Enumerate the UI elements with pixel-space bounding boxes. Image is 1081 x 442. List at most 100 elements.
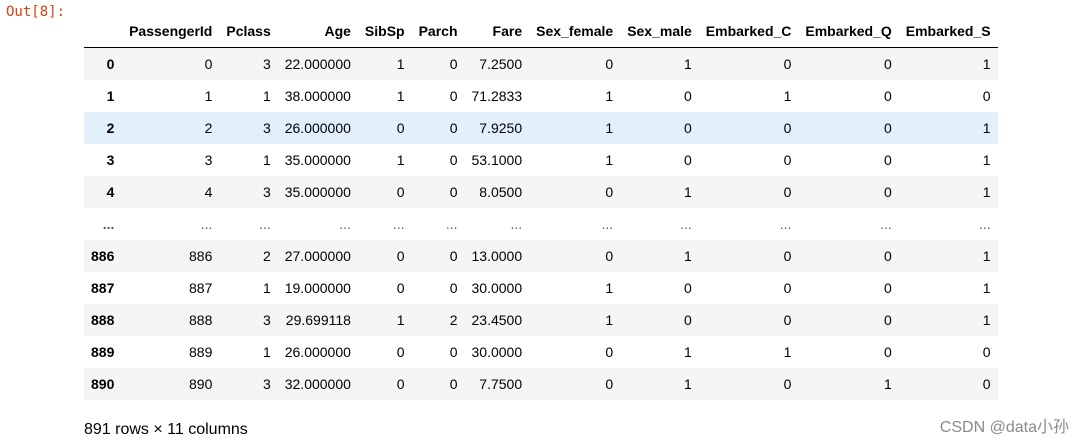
table-cell: 0 (783, 312, 792, 328)
table-cell: 0 (982, 344, 991, 360)
output-prompt: Out[8]: (6, 4, 66, 20)
table-cell: 0 (605, 56, 614, 72)
table-cell: 1 (982, 248, 991, 264)
table-cell: 0 (883, 56, 892, 72)
table-cell: ... (259, 216, 271, 232)
table-cell: 1 (396, 56, 405, 72)
table-cell: 886 (189, 248, 213, 264)
row-index: 887 (91, 280, 115, 296)
table-cell: 0 (449, 280, 458, 296)
column-header: Parch (411, 14, 465, 48)
table-cell: 1 (982, 120, 991, 136)
table-cell: 7.2500 (479, 56, 523, 72)
row-index: 0 (106, 56, 115, 72)
table-cell: 0 (883, 280, 892, 296)
table-cell: 53.1000 (471, 152, 523, 168)
table-cell: ... (779, 216, 792, 232)
table-cell: 32.000000 (284, 376, 351, 392)
table-cell: 3 (262, 120, 271, 136)
table-row: 886 886 2 27.000000 0 0 13.0000 0 1 0 0 1 (84, 240, 998, 272)
table-cell: 0 (204, 56, 213, 72)
table-cell: ... (978, 216, 991, 232)
table-cell: 30.0000 (471, 344, 523, 360)
table-cell: 3 (262, 312, 271, 328)
table-cell: 1 (684, 184, 692, 200)
column-header: Age (277, 14, 358, 48)
header-row: PassengerId Pclass Age SibSp Parch Fare Sex_fe… (84, 14, 998, 48)
table-cell: 4 (204, 184, 213, 200)
table-cell: 0 (883, 248, 892, 264)
ellipsis-row: .................................... (84, 208, 998, 240)
table-cell: 1 (605, 120, 614, 136)
table-cell: 0 (684, 120, 692, 136)
table-cell: 30.0000 (471, 280, 523, 296)
table-cell: 1 (262, 152, 271, 168)
table-row: 2 2 3 26.000000 0 0 7.9250 1 0 0 0 1 (84, 112, 998, 144)
dataframe-table: PassengerId Pclass Age SibSp Parch Fare Sex_fe… (84, 14, 998, 400)
table-cell: 1 (982, 184, 991, 200)
table-cell: 0 (883, 152, 892, 168)
table-cell: 0 (396, 184, 405, 200)
table-cell: 0 (783, 152, 792, 168)
table-body: 0 0 3 22.000000 1 0 7.2500 0 1 0 0 1 1 1 1 38.000000 1 0 7… (84, 47, 998, 400)
table-cell: 0 (883, 184, 892, 200)
table-cell: 0 (883, 312, 892, 328)
table-cell: 0 (449, 184, 458, 200)
table-cell: 0 (449, 56, 458, 72)
column-header: Embarked_C (698, 14, 799, 48)
table-cell: 0 (883, 88, 892, 104)
table-cell: 1 (684, 248, 692, 264)
table-cell: 1 (684, 56, 692, 72)
table-cell: 0 (605, 184, 614, 200)
table-cell: 0 (883, 120, 892, 136)
table-cell: 7.7500 (479, 376, 523, 392)
table-cell: 0 (684, 88, 692, 104)
table-cell: 0 (783, 56, 792, 72)
table-cell: 0 (883, 344, 892, 360)
table-cell: 0 (396, 376, 405, 392)
table-cell: 0 (449, 88, 458, 104)
table-cell: 35.000000 (284, 184, 351, 200)
table-cell: 888 (189, 312, 213, 328)
table-cell: 38.000000 (284, 88, 351, 104)
notebook-output-page: Out[8]: PassengerId Pclass Age SibSp Parch Fa… (0, 0, 1081, 442)
table-cell: 1 (396, 88, 405, 104)
table-cell: 3 (204, 152, 213, 168)
watermark: CSDN @data小孙 (939, 419, 1069, 436)
table-cell: 0 (982, 376, 991, 392)
table-cell: 1 (262, 344, 271, 360)
table-row: 4 4 3 35.000000 0 0 8.0500 0 1 0 0 1 (84, 176, 998, 208)
table-row: 1 1 1 38.000000 1 0 71.2833 1 0 1 0 0 (84, 80, 998, 112)
table-cell: 26.000000 (284, 120, 351, 136)
table-cell: 2 (449, 312, 458, 328)
table-cell: 19.000000 (284, 280, 351, 296)
column-header: SibSp (357, 14, 412, 48)
column-header: Embarked_S (898, 14, 998, 48)
table-row: 888 888 3 29.699118 1 2 23.4500 1 0 0 0 1 (84, 304, 998, 336)
table-cell: 0 (684, 152, 692, 168)
table-cell: 0 (783, 248, 792, 264)
table-cell: 13.0000 (471, 248, 523, 264)
table-cell: 1 (684, 376, 692, 392)
table-cell: 1 (982, 280, 991, 296)
row-index: 886 (91, 248, 115, 264)
row-index: 890 (91, 376, 115, 392)
table-cell: 1 (262, 280, 271, 296)
dataframe-output: PassengerId Pclass Age SibSp Parch Fare Sex_fe… (84, 14, 998, 400)
table-row: 889 889 1 26.000000 0 0 30.0000 0 1 1 0 0 (84, 336, 998, 368)
table-cell: 2 (262, 248, 271, 264)
table-cell: ... (339, 216, 351, 232)
table-cell: 1 (605, 152, 614, 168)
table-cell: 0 (684, 280, 692, 296)
table-cell: 1 (605, 88, 614, 104)
table-cell: 1 (982, 312, 991, 328)
table-cell: 8.0500 (479, 184, 523, 200)
table-cell: 887 (189, 280, 213, 296)
table-cell: 1 (684, 344, 692, 360)
column-header: Embarked_Q (798, 14, 899, 48)
table-cell: 1 (262, 88, 271, 104)
table-cell: 35.000000 (284, 152, 351, 168)
row-index: ... (102, 216, 115, 232)
table-row: 0 0 3 22.000000 1 0 7.2500 0 1 0 0 1 (84, 47, 998, 80)
table-cell: 3 (262, 184, 271, 200)
